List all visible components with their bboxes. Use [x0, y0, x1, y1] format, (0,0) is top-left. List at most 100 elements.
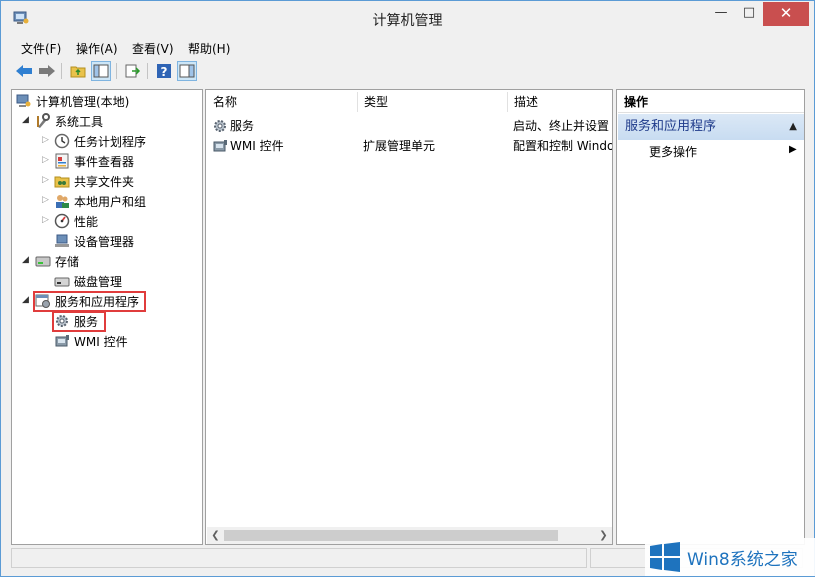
actions-section-services-and-applications[interactable]: 服务和应用程序 ▲ — [618, 114, 804, 140]
shared-folder-icon — [54, 176, 70, 188]
clock-icon — [54, 133, 70, 149]
export-list-icon — [125, 64, 141, 78]
minimize-button[interactable]: — — [708, 2, 734, 26]
tree-item-shared-folders[interactable]: 共享文件夹 — [54, 171, 134, 191]
tree-item-performance[interactable]: 性能 — [54, 211, 98, 231]
expand-triangle-icon[interactable]: ▷ — [42, 215, 49, 225]
expand-triangle-icon[interactable]: ▷ — [42, 195, 49, 205]
status-pane — [11, 548, 587, 568]
tree-item-label: 磁盘管理 — [74, 274, 123, 289]
table-row[interactable]: WMI 控件 扩展管理单元 配置和控制 Windo — [206, 136, 612, 156]
tree-item-label: 系统工具 — [55, 114, 104, 129]
wmi-icon — [213, 140, 227, 152]
tree-item-wmi-control[interactable]: WMI 控件 — [54, 331, 128, 351]
computer-management-icon — [16, 94, 31, 107]
tree-item-root[interactable]: 计算机管理(本地) — [16, 91, 129, 111]
row-type — [363, 116, 503, 136]
menu-file[interactable]: 文件(F) — [21, 40, 61, 57]
tree-item-label: 性能 — [74, 214, 99, 229]
highlight-box — [52, 311, 106, 332]
row-description: 配置和控制 Windo — [513, 139, 612, 153]
export-list-button[interactable] — [123, 61, 143, 81]
console-tree: 计算机管理(本地) ◢ 系统工具 ▷ 任务计划程序 ▷ 事件查看器 ▷ 共享文件… — [11, 89, 203, 545]
tree-item-label: 设备管理器 — [74, 234, 135, 249]
collapse-triangle-icon[interactable]: ◢ — [22, 115, 29, 125]
row-description: 启动、终止并设置 — [513, 119, 610, 133]
tree-item-local-users[interactable]: 本地用户和组 — [54, 191, 146, 211]
scroll-left-arrow-icon[interactable]: ❮ — [207, 527, 224, 544]
storage-icon — [35, 256, 51, 267]
actions-header: 操作 — [618, 91, 804, 113]
watermark-text: Win8系统之家 — [687, 549, 798, 570]
tree-item-label: 计算机管理(本地) — [36, 94, 130, 109]
close-button[interactable]: ✕ — [763, 2, 809, 26]
column-header-name[interactable]: 名称 — [206, 90, 357, 114]
expand-triangle-icon[interactable]: ▷ — [42, 175, 49, 185]
window-title: 计算机管理 — [372, 13, 443, 29]
back-icon — [16, 65, 32, 77]
tree-item-task-scheduler[interactable]: 任务计划程序 — [54, 131, 146, 151]
tree-item-event-viewer[interactable]: 事件查看器 — [54, 151, 134, 171]
title-bar: 计算机管理 — □ ✕ — [1, 1, 814, 35]
maximize-button[interactable]: □ — [736, 2, 762, 26]
menu-view[interactable]: 查看(V) — [132, 40, 174, 57]
forward-button[interactable] — [37, 61, 57, 81]
highlight-box — [33, 291, 146, 312]
results-list: 名称 类型 描述 服务 启动、终止并设置 WMI 控件 扩展管理单元 配置和控制… — [205, 89, 613, 545]
more-actions-label: 更多操作 — [649, 145, 698, 159]
users-icon — [56, 195, 69, 208]
toolbar-separator — [116, 63, 117, 79]
more-actions-item[interactable]: 更多操作 — [649, 142, 697, 162]
event-viewer-icon — [55, 153, 69, 169]
scroll-right-arrow-icon[interactable]: ❯ — [595, 527, 612, 544]
up-folder-icon — [70, 66, 86, 78]
tree-item-label: 任务计划程序 — [74, 134, 147, 149]
show-hide-tree-icon — [93, 64, 109, 78]
collapse-up-triangle-icon[interactable]: ▲ — [789, 114, 797, 140]
submenu-arrow-icon: ▶ — [789, 144, 797, 155]
scrollbar-thumb[interactable] — [224, 530, 558, 541]
tree-item-label: WMI 控件 — [74, 334, 128, 349]
horizontal-scrollbar[interactable]: ❮ ❯ — [207, 527, 612, 544]
show-hide-tree-button[interactable] — [91, 61, 111, 81]
tree-item-device-manager[interactable]: 设备管理器 — [54, 231, 134, 251]
help-button[interactable]: ? — [154, 61, 174, 81]
tree-item-label: 存储 — [55, 254, 80, 269]
actions-section-label: 服务和应用程序 — [625, 119, 717, 134]
services-gear-icon — [214, 120, 226, 132]
window: 计算机管理 — □ ✕ 文件(F) 操作(A) 查看(V) 帮助(H) ? 计算… — [0, 0, 815, 577]
tree-item-disk-management[interactable]: 磁盘管理 — [54, 271, 122, 291]
performance-icon — [54, 213, 70, 229]
menu-bar: 文件(F) 操作(A) 查看(V) 帮助(H) — [1, 37, 814, 59]
menu-action[interactable]: 操作(A) — [76, 40, 118, 57]
collapse-triangle-icon[interactable]: ◢ — [22, 255, 29, 265]
tree-item-label: 本地用户和组 — [74, 194, 147, 209]
toolbar-separator — [61, 63, 62, 79]
collapse-triangle-icon[interactable]: ◢ — [22, 295, 29, 305]
toolbar-separator — [147, 63, 148, 79]
help-icon: ? — [157, 64, 171, 79]
table-row[interactable]: 服务 启动、终止并设置 — [206, 116, 612, 136]
column-header-type[interactable]: 类型 — [357, 90, 507, 114]
tree-item-storage[interactable]: 存储 — [35, 251, 79, 271]
windows-logo-icon — [650, 542, 680, 572]
show-hide-action-pane-button[interactable] — [177, 61, 197, 81]
column-header-description[interactable]: 描述 — [507, 90, 611, 114]
up-button[interactable] — [68, 61, 88, 81]
tree-item-label: 事件查看器 — [74, 154, 135, 169]
actions-pane: 操作 服务和应用程序 ▲ 更多操作 ▶ — [616, 89, 805, 545]
back-button[interactable] — [14, 61, 34, 81]
tree-item-system-tools[interactable]: 系统工具 — [35, 111, 103, 131]
expand-triangle-icon[interactable]: ▷ — [42, 135, 49, 145]
forward-icon — [39, 65, 55, 77]
wmi-icon — [55, 335, 69, 347]
device-manager-icon — [55, 234, 69, 247]
toolbar: ? — [1, 59, 814, 85]
show-hide-action-pane-icon — [179, 64, 195, 78]
menu-help[interactable]: 帮助(H) — [188, 40, 230, 57]
expand-triangle-icon[interactable]: ▷ — [42, 155, 49, 165]
svg-text:?: ? — [161, 65, 168, 79]
row-name: WMI 控件 — [230, 139, 284, 153]
row-type: 扩展管理单元 — [363, 139, 436, 153]
disk-icon — [54, 277, 70, 287]
